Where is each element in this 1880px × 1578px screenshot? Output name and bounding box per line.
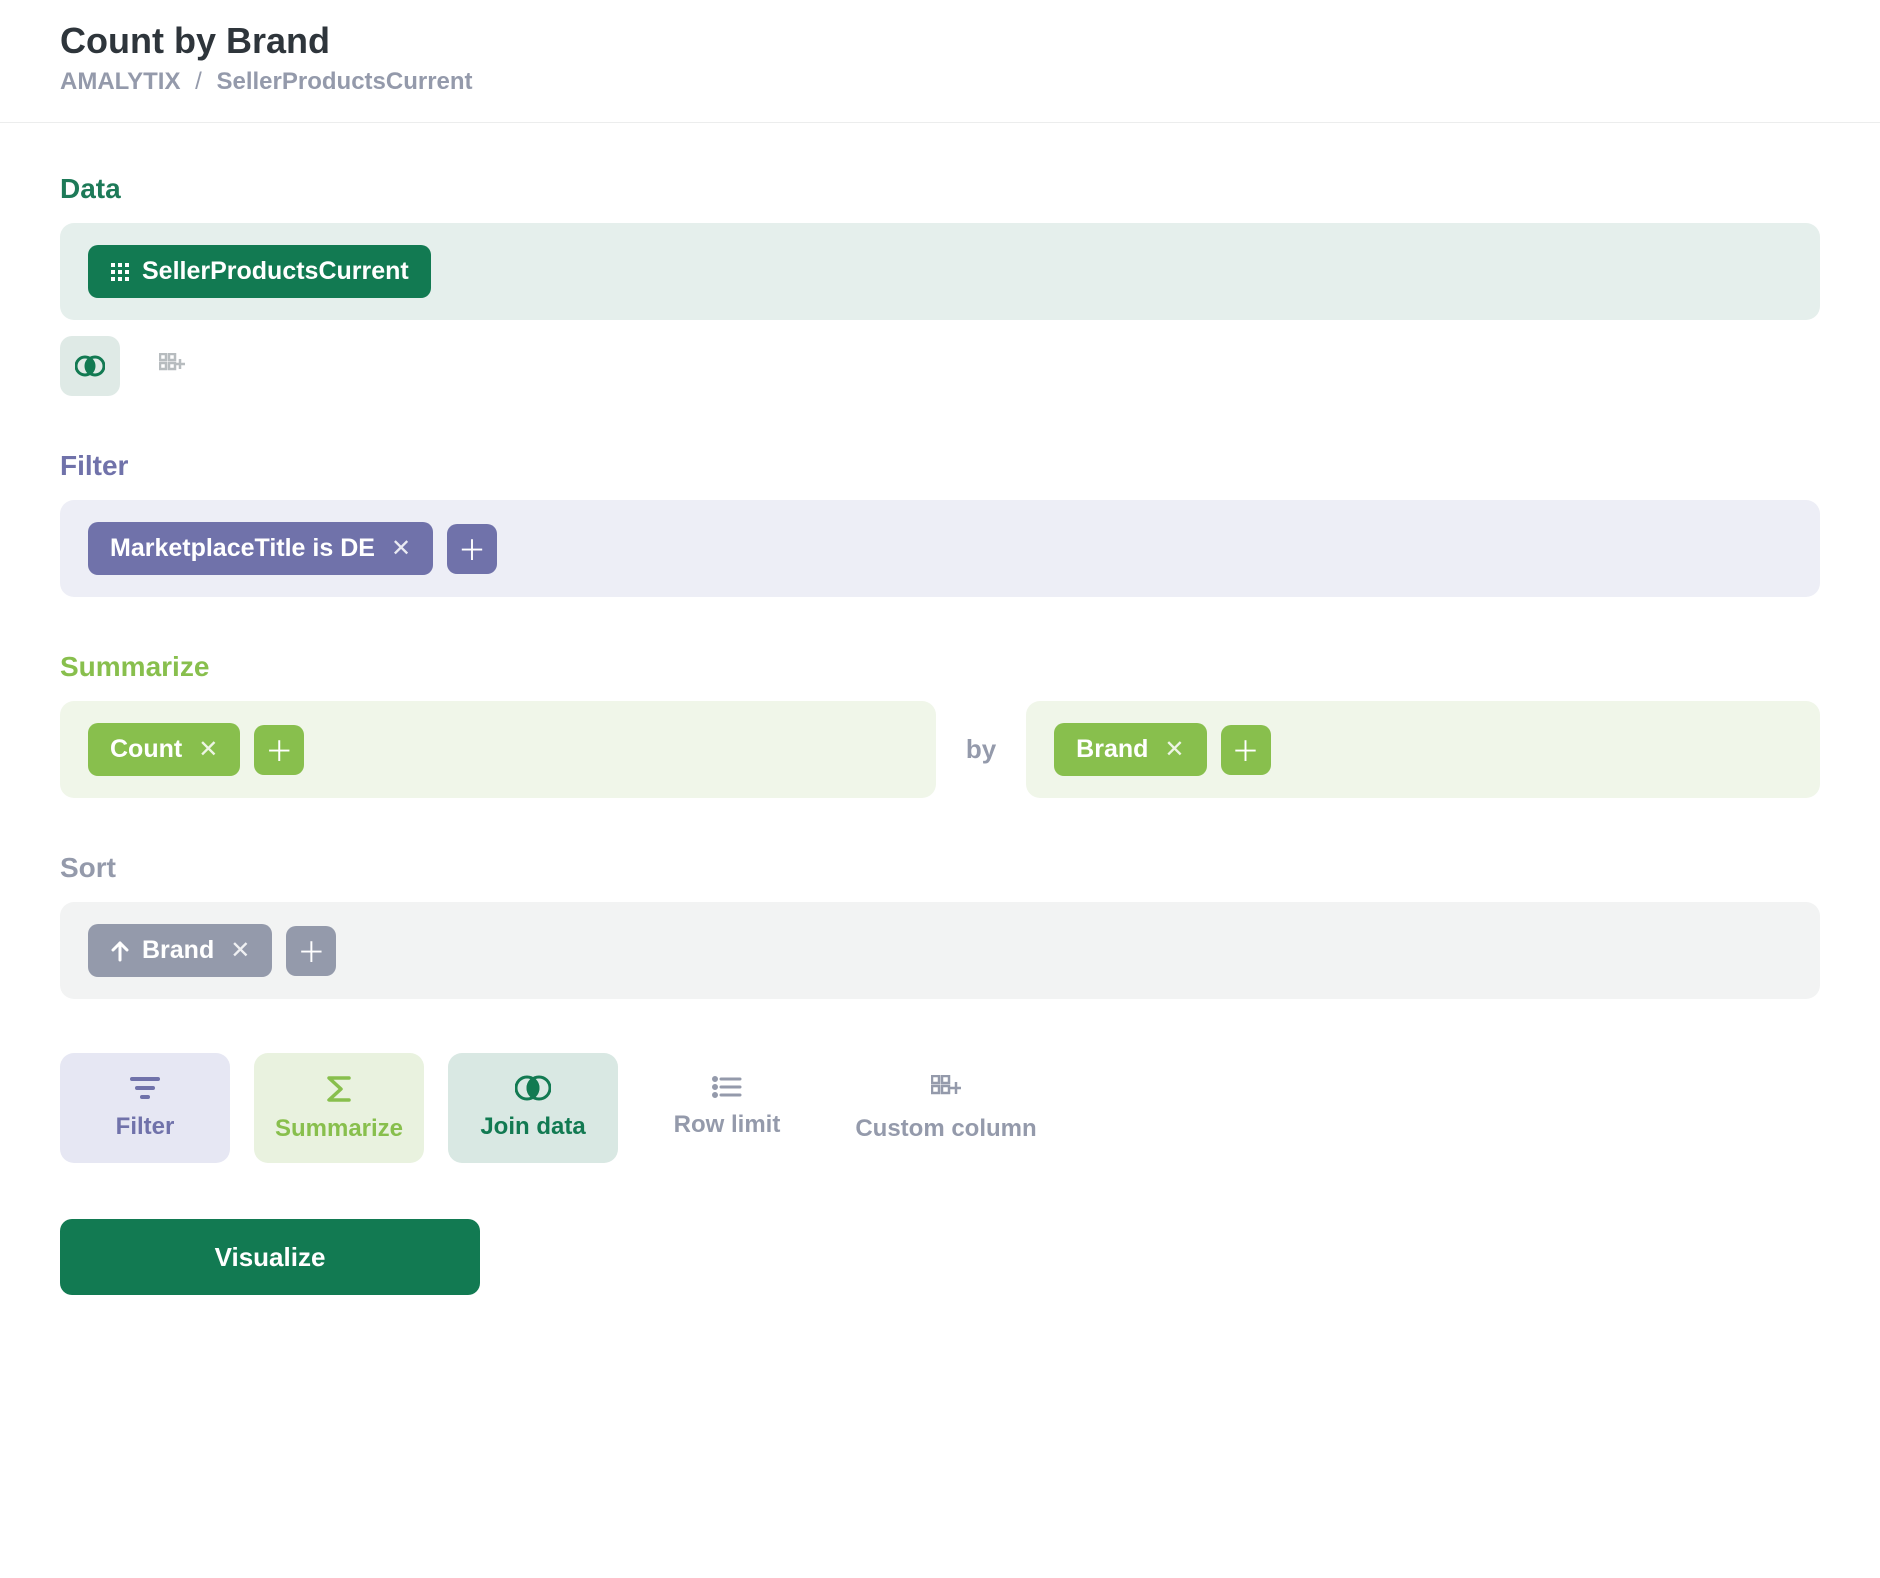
action-summarize-label: Summarize — [275, 1115, 403, 1143]
plus-icon: ＋ — [297, 931, 325, 971]
join-toggle-button[interactable] — [60, 336, 120, 396]
action-row: Filter Summarize Join data — [60, 1053, 1820, 1163]
action-row-limit-label: Row limit — [674, 1111, 781, 1139]
plus-icon: ＋ — [265, 730, 293, 770]
action-filter[interactable]: Filter — [60, 1053, 230, 1163]
add-grouping-button[interactable]: ＋ — [1221, 725, 1271, 775]
aggregation-pill-label: Count — [110, 737, 182, 762]
sort-pill-label: Brand — [142, 938, 214, 963]
visualize-button-label: Visualize — [215, 1242, 326, 1273]
action-custom-column-label: Custom column — [855, 1115, 1036, 1143]
custom-column-icon — [159, 353, 185, 379]
visualize-button[interactable]: Visualize — [60, 1219, 480, 1295]
filter-pill[interactable]: MarketplaceTitle is DE ✕ — [88, 522, 433, 575]
action-custom-column[interactable]: Custom column — [836, 1053, 1056, 1163]
section-title-filter: Filter — [60, 450, 1820, 482]
list-icon — [712, 1075, 742, 1099]
breadcrumb-leaf[interactable]: SellerProductsCurrent — [216, 68, 472, 95]
sort-panel: Brand ✕ ＋ — [60, 902, 1820, 999]
action-filter-label: Filter — [116, 1113, 175, 1141]
sort-section: Sort Brand ✕ ＋ — [60, 852, 1820, 999]
action-join-label: Join data — [480, 1113, 585, 1141]
action-row-limit[interactable]: Row limit — [642, 1053, 812, 1163]
grouping-pill[interactable]: Brand ✕ — [1054, 723, 1206, 776]
summarize-section: Summarize Count ✕ ＋ by Brand ✕ ＋ — [60, 651, 1820, 798]
join-icon — [515, 1075, 551, 1101]
join-icon — [75, 355, 105, 377]
custom-column-icon — [931, 1075, 961, 1103]
table-icon — [110, 262, 130, 282]
breadcrumb-root[interactable]: AMALYTIX — [60, 68, 180, 95]
close-icon[interactable]: ✕ — [1164, 738, 1184, 762]
add-aggregation-button[interactable]: ＋ — [254, 725, 304, 775]
data-panel: SellerProductsCurrent — [60, 223, 1820, 320]
add-filter-button[interactable]: ＋ — [447, 524, 497, 574]
plus-icon: ＋ — [458, 529, 486, 569]
page-header: Count by Brand AMALYTIX / SellerProducts… — [0, 0, 1880, 123]
section-title-sort: Sort — [60, 852, 1820, 884]
filter-section: Filter MarketplaceTitle is DE ✕ ＋ — [60, 450, 1820, 597]
sort-pill[interactable]: Brand ✕ — [88, 924, 272, 977]
data-section: Data SellerProductsCurrent — [60, 173, 1820, 396]
data-source-label: SellerProductsCurrent — [142, 259, 409, 284]
plus-icon: ＋ — [1231, 730, 1259, 770]
by-label: by — [966, 734, 996, 765]
grouping-pill-label: Brand — [1076, 737, 1148, 762]
aggregation-panel: Count ✕ ＋ — [60, 701, 936, 798]
filter-icon — [129, 1075, 161, 1101]
action-join-data[interactable]: Join data — [448, 1053, 618, 1163]
page-title: Count by Brand — [60, 20, 1820, 62]
close-icon[interactable]: ✕ — [198, 738, 218, 762]
action-summarize[interactable]: Summarize — [254, 1053, 424, 1163]
aggregation-pill[interactable]: Count ✕ — [88, 723, 240, 776]
add-sort-button[interactable]: ＋ — [286, 926, 336, 976]
data-source-pill[interactable]: SellerProductsCurrent — [88, 245, 431, 298]
filter-panel: MarketplaceTitle is DE ✕ ＋ — [60, 500, 1820, 597]
close-icon[interactable]: ✕ — [230, 939, 250, 963]
sigma-icon — [325, 1075, 353, 1103]
grouping-panel: Brand ✕ ＋ — [1026, 701, 1820, 798]
close-icon[interactable]: ✕ — [391, 537, 411, 561]
section-title-summarize: Summarize — [60, 651, 1820, 683]
section-title-data: Data — [60, 173, 1820, 205]
arrow-up-icon — [110, 940, 130, 962]
breadcrumb: AMALYTIX / SellerProductsCurrent — [60, 68, 1820, 96]
custom-column-toggle-button[interactable] — [142, 336, 202, 396]
breadcrumb-separator: / — [195, 68, 202, 95]
filter-pill-label: MarketplaceTitle is DE — [110, 536, 375, 561]
